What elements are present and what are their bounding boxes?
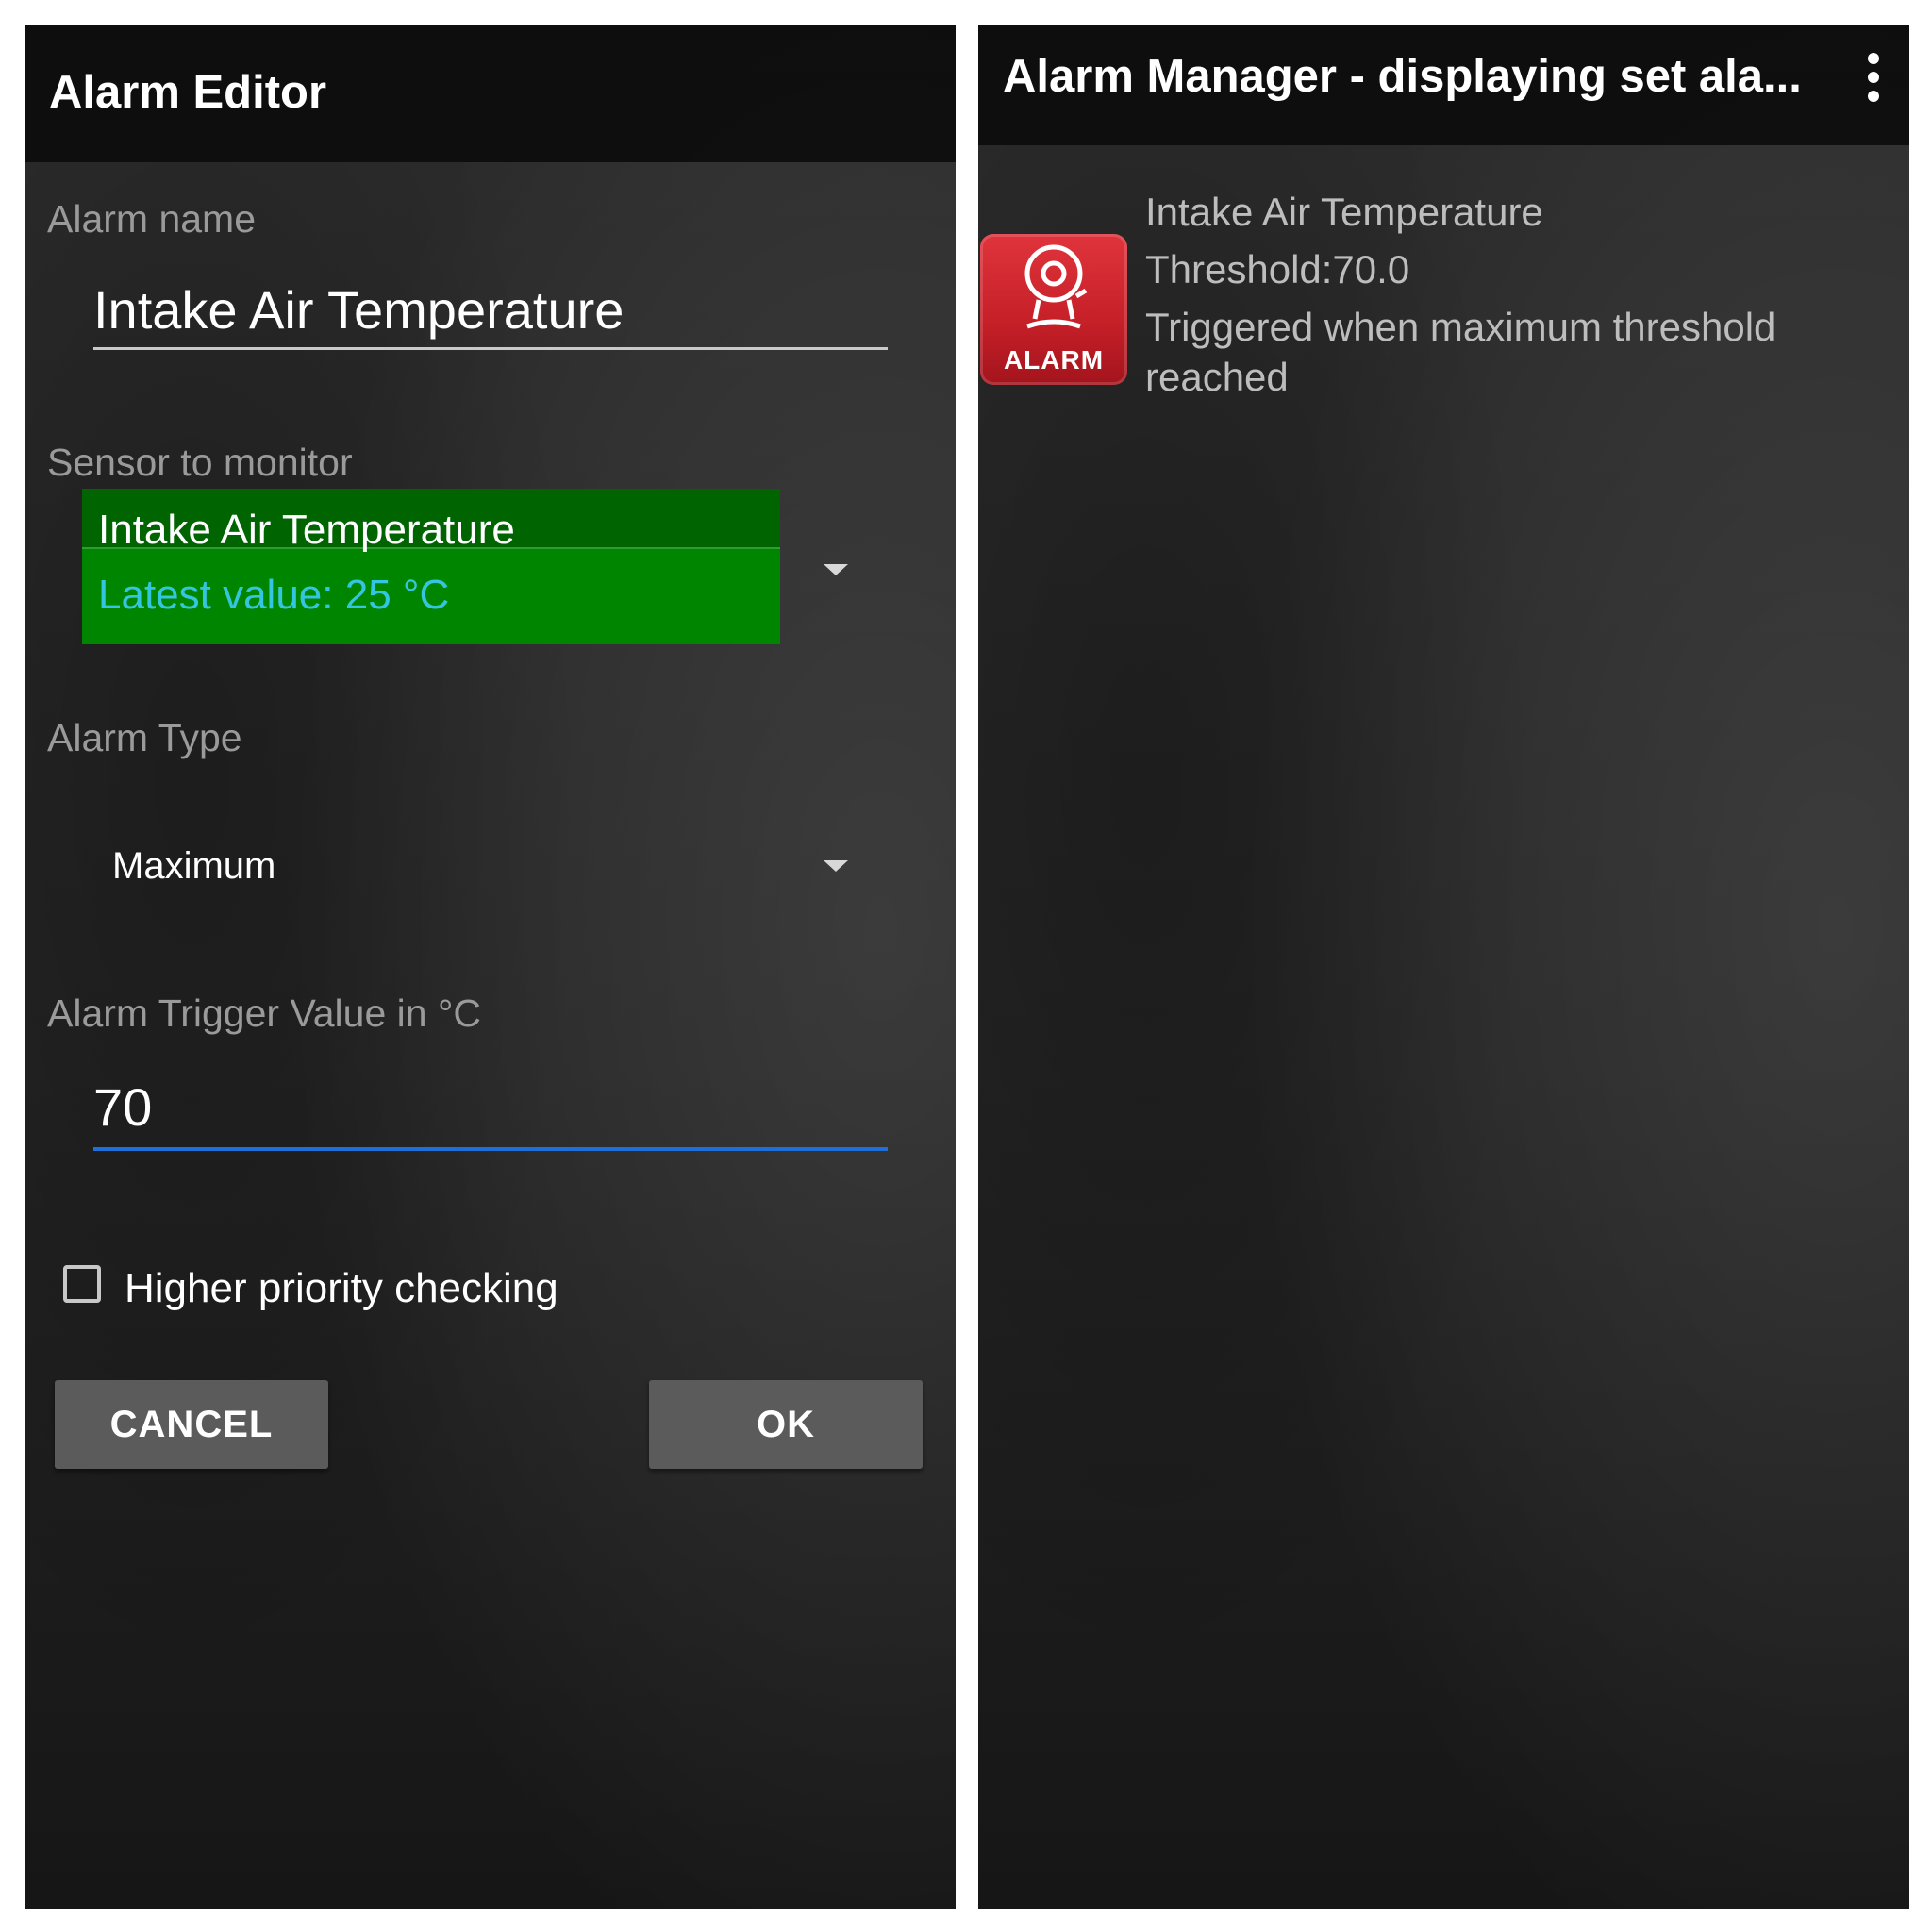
- alarm-type-spinner[interactable]: Maximum: [112, 845, 275, 888]
- overflow-menu-icon[interactable]: [1864, 53, 1883, 109]
- trigger-value-input[interactable]: 70: [93, 1076, 888, 1151]
- sensor-dropdown-arrow-icon[interactable]: [824, 564, 848, 575]
- alarm-icon-label: ALARM: [1003, 345, 1105, 375]
- alarm-type-dropdown-arrow-icon[interactable]: [824, 860, 848, 872]
- trigger-value-label: Alarm Trigger Value in °C: [47, 991, 481, 1035]
- higher-priority-checkbox[interactable]: [63, 1265, 101, 1303]
- alarm-name-input[interactable]: Intake Air Temperature: [93, 279, 888, 350]
- higher-priority-label[interactable]: Higher priority checking: [125, 1265, 558, 1312]
- trigger-value: 70: [93, 1077, 153, 1137]
- manager-app-bar: Alarm Manager - displaying set ala...: [978, 25, 1909, 145]
- alarm-siren-icon: [1024, 244, 1088, 329]
- alarm-name-value: Intake Air Temperature: [93, 280, 625, 340]
- alarm-item-description-line2: reached: [1145, 355, 1289, 399]
- alarm-icon: ALARM: [980, 234, 1127, 385]
- cancel-button[interactable]: CANCEL: [55, 1380, 328, 1469]
- alarm-item-threshold: Threshold:70.0: [1145, 247, 1410, 291]
- sensor-latest-value: Latest value: 25 °C: [98, 572, 450, 618]
- manager-title: Alarm Manager - displaying set ala...: [1003, 51, 1802, 102]
- sensor-label: Sensor to monitor: [47, 441, 353, 484]
- alarm-name-label: Alarm name: [47, 197, 257, 241]
- alarm-editor-screen: Alarm Editor Alarm name Intake Air Tempe…: [25, 25, 956, 1909]
- alarm-item-name: Intake Air Temperature: [1145, 190, 1543, 234]
- sensor-spinner[interactable]: Intake Air Temperature Latest value: 25 …: [82, 489, 780, 644]
- alarm-type-label: Alarm Type: [47, 716, 242, 759]
- ok-button[interactable]: OK: [649, 1380, 923, 1469]
- editor-title: Alarm Editor: [49, 67, 327, 118]
- sensor-name-row: Intake Air Temperature: [82, 489, 780, 553]
- alarm-item-description-line1: Triggered when maximum threshold: [1145, 305, 1776, 349]
- editor-app-bar: Alarm Editor: [25, 25, 956, 162]
- alarm-manager-screen: Alarm Manager - displaying set ala... AL…: [978, 25, 1909, 1909]
- sensor-name: Intake Air Temperature: [98, 507, 515, 553]
